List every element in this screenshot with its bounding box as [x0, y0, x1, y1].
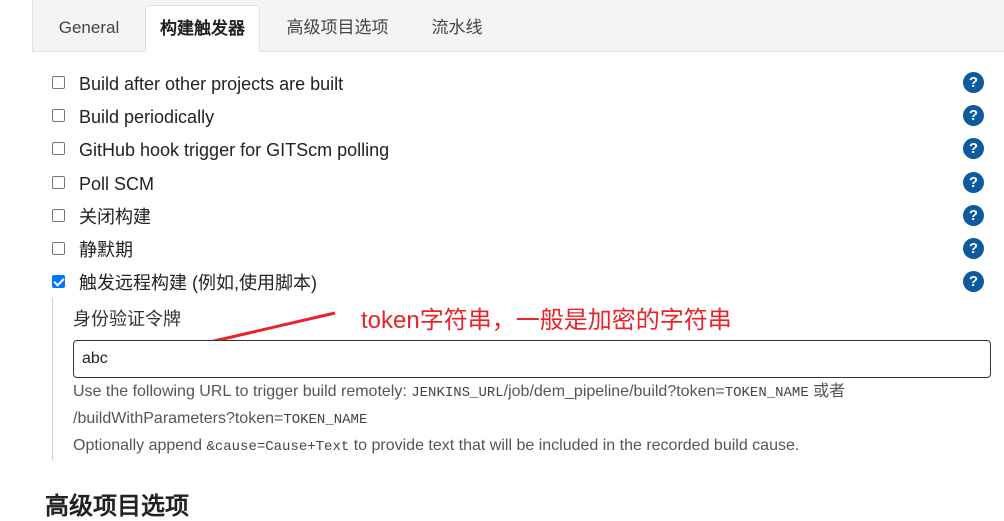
checkbox[interactable]: [52, 242, 65, 255]
trigger-option-build-periodically: Build periodically ?: [50, 105, 990, 131]
trigger-option-quiet-period: 静默期 ?: [50, 238, 990, 264]
checkbox-checked[interactable]: [52, 275, 65, 288]
remote-url-description-line2: /buildWithParameters?token=TOKEN_NAME: [73, 407, 367, 432]
section-heading-advanced-options: 高级项目选项: [45, 493, 189, 520]
code-jenkins-url: JENKINS_URL: [411, 385, 504, 401]
nested-indent-line: [52, 298, 53, 460]
option-label[interactable]: Build after other projects are built: [79, 72, 343, 96]
cause-description: Optionally append &cause=Cause+Text to p…: [73, 434, 799, 459]
trigger-option-remote-build: 触发远程构建 (例如,使用脚本) ?: [50, 271, 990, 297]
trigger-option-disable-build: 关闭构建 ?: [50, 205, 990, 231]
checkbox[interactable]: [52, 76, 65, 89]
help-icon[interactable]: ?: [963, 72, 984, 93]
option-label[interactable]: GitHub hook trigger for GITScm polling: [79, 138, 389, 162]
remote-url-description: Use the following URL to trigger build r…: [73, 380, 845, 405]
help-icon[interactable]: ?: [963, 105, 984, 126]
help-icon[interactable]: ?: [963, 172, 984, 193]
desc-text: to provide text that will be included in…: [349, 437, 800, 454]
tab-bar: General 构建触发器 高级项目选项 流水线: [33, 0, 1004, 52]
checkbox[interactable]: [52, 176, 65, 189]
tab-pipeline[interactable]: 流水线: [421, 5, 493, 51]
trigger-option-poll-scm: Poll SCM ?: [50, 172, 990, 198]
desc-text: Use the following URL to trigger build r…: [73, 383, 412, 400]
help-icon[interactable]: ?: [963, 205, 984, 226]
option-label[interactable]: 关闭构建: [79, 205, 151, 229]
trigger-option-build-after-other-projects: Build after other projects are built ?: [50, 72, 990, 98]
help-icon[interactable]: ?: [963, 271, 984, 292]
option-label[interactable]: 触发远程构建 (例如,使用脚本): [79, 271, 317, 295]
tab-advanced-project-options[interactable]: 高级项目选项: [275, 5, 400, 51]
code-cause: &cause=Cause+Text: [206, 439, 350, 455]
option-label[interactable]: 静默期: [79, 238, 133, 262]
annotation-text: token字符串，一般是加密的字符串: [361, 307, 732, 334]
desc-or: 或者: [808, 383, 846, 400]
tab-general[interactable]: General: [46, 5, 132, 51]
desc-text: Optionally append: [73, 437, 207, 454]
tab-build-triggers[interactable]: 构建触发器: [145, 5, 260, 52]
checkbox[interactable]: [52, 209, 65, 222]
help-icon[interactable]: ?: [963, 238, 984, 259]
option-label[interactable]: Poll SCM: [79, 172, 154, 196]
desc-path: /buildWithParameters?token=: [73, 410, 284, 427]
option-label[interactable]: Build periodically: [79, 105, 214, 129]
help-icon[interactable]: ?: [963, 138, 984, 159]
checkbox[interactable]: [52, 109, 65, 122]
checkbox[interactable]: [52, 142, 65, 155]
auth-token-input[interactable]: [73, 340, 991, 378]
page-margin: [0, 0, 32, 512]
code-token-name: TOKEN_NAME: [724, 385, 809, 401]
code-token-name: TOKEN_NAME: [283, 412, 368, 428]
trigger-option-github-hook: GitHub hook trigger for GITScm polling ?: [50, 138, 990, 164]
desc-path: /job/dem_pipeline/build?token=: [503, 383, 725, 400]
